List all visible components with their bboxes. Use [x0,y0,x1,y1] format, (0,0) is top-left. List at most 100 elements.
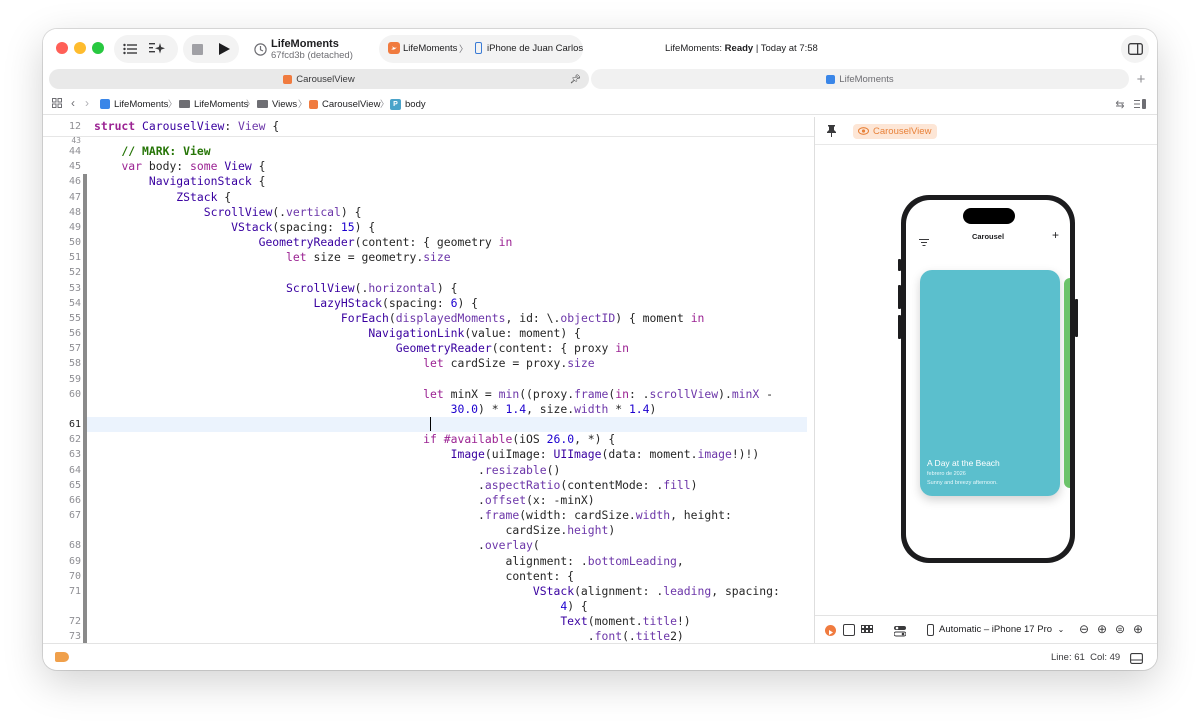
breadcrumb-views[interactable]: Views [257,97,297,111]
moment-card[interactable]: A Day at the Beach febrero de 2026 Sunny… [920,270,1060,496]
variants-grid-icon[interactable] [861,624,873,642]
breakpoint-toggle-icon[interactable] [55,652,69,662]
project-name[interactable]: LifeMoments [271,38,339,50]
line-number: 56 [68,328,81,340]
run-play-icon[interactable] [216,41,232,57]
code-line: VStack(alignment: .leading, spacing: [532,583,780,598]
live-preview-icon[interactable] [825,625,836,636]
code-line: .frame(width: cardSize.width, height: [94,508,732,523]
line-number: 53 [68,282,81,294]
sticky-scope-header: 12 struct CarouselView: View { [43,117,814,137]
breadcrumb-label: Views [272,98,298,110]
line-number: 58 [68,358,81,370]
code-line: NavigationStack { [148,174,266,189]
code-line: ZStack { [176,189,232,204]
stop-icon[interactable] [190,42,204,56]
line-number: 46 [68,176,81,188]
preview-canvas: CarouselView Carousel + A Day at the Bea… [814,117,1157,643]
line-number: 45 [68,161,81,173]
line-number: 51 [68,252,81,264]
source-editor[interactable]: 12 struct CarouselView: View { 43 44 // … [43,117,814,643]
device-picker[interactable]: Automatic – iPhone 17 Pro ⌄ [939,624,1064,635]
close-window-button[interactable] [56,42,68,54]
breadcrumb-label: LifeMoments [194,98,249,110]
breadcrumb-symbol[interactable]: P body [390,97,426,111]
code-line: if #available(iOS 26.0, *) { [423,432,616,447]
line-number: 49 [68,221,81,233]
dynamic-island [963,208,1015,224]
back-arrow-icon[interactable]: ‹ [67,96,79,110]
scheme-name[interactable]: LifeMoments [403,43,457,54]
zoom-fit-icon[interactable]: ⊕ [1097,622,1107,636]
code-line: var body: some View { [121,159,266,174]
swap-arrows-icon[interactable]: ⇆ [1113,97,1127,111]
zoom-in-icon[interactable]: ⊕ [1133,622,1143,636]
cursor-position: Line: 61 Col: 49 [1051,652,1121,663]
code-line: LazyHStack(spacing: 6) { [313,295,479,310]
chevron-down-icon: ⌄ [1057,625,1065,634]
title-bar: LifeMoments 67fcd3b (detached) LifeMomen… [43,29,1157,69]
eye-icon [857,127,870,138]
next-moment-card[interactable] [1064,278,1070,488]
zoom-window-button[interactable] [92,42,104,54]
line-number: 73 [68,631,81,643]
breadcrumb-file[interactable]: CarouselView [309,97,380,111]
forward-arrow-icon[interactable]: › [81,96,93,110]
source-change-bar[interactable] [83,174,87,643]
breadcrumb-project[interactable]: LifeMoments [100,97,168,111]
property-icon: P [390,98,401,110]
device-settings-icon[interactable] [893,624,907,642]
line-number: 72 [68,616,81,628]
code-line: cardSize.height) [94,523,616,538]
badge-label: CarouselView [873,126,932,137]
code-line: let size = geometry.size [286,250,451,265]
code-line: content: { [94,568,575,583]
zoom-actual-icon[interactable]: ⊜ [1115,622,1125,636]
volume-up-button [898,285,901,309]
list-navigator-icon[interactable] [121,40,139,58]
line-number: 62 [68,434,81,446]
xcode-window: LifeMoments 67fcd3b (detached) LifeMomen… [43,29,1157,670]
preview-badge[interactable]: CarouselView [853,124,938,139]
code-line: Image(uiImage: UIImage(data: moment.imag… [450,447,760,462]
code-line: .font(.title2) [94,629,684,643]
pin-icon[interactable]: 📌︎ [570,74,581,85]
line-number: 67 [68,510,81,522]
editor-options-icon[interactable] [1133,97,1147,111]
code-line: Text(moment.title!) [560,614,691,629]
status-state: Ready [724,43,754,54]
canvas-header: CarouselView [815,117,1157,145]
line-number: 55 [68,312,81,324]
code-line: .overlay( [94,538,540,553]
code-line: GeometryReader(content: { proxy in [395,341,629,356]
add-icon[interactable]: + [1052,228,1059,242]
preview-screen[interactable]: Carousel + A Day at the Beach febrero de… [906,200,1070,558]
chevron-right-icon: 〉 [459,44,469,54]
add-tab-icon[interactable]: + [1133,71,1149,88]
swift-file-icon [283,74,293,84]
code-line: let cardSize = proxy.size [423,356,595,371]
card-description: Sunny and breezy afternoon. [927,480,998,486]
tab-carouselview[interactable]: CarouselView 📌︎ [49,69,589,89]
selectable-mode-icon[interactable] [843,624,855,636]
zoom-out-icon[interactable]: ⊖ [1079,622,1089,636]
card-title: A Day at the Beach [927,458,1000,468]
line-number: 64 [68,464,81,476]
chevron-right-icon: 〉 [246,99,256,109]
sidebar-right-icon[interactable] [1127,41,1143,57]
clock-history-icon[interactable] [252,41,268,57]
minimize-window-button[interactable] [74,42,86,54]
code-line: GeometryReader(content: { geometry in [258,235,513,250]
line-number: 54 [68,297,81,309]
tab-label: CarouselView [296,73,355,85]
breadcrumb-folder[interactable]: LifeMoments [179,97,248,111]
grid-icon[interactable] [51,97,63,109]
tab-lifemoments[interactable]: LifeMoments [591,69,1129,89]
sparkle-assistant-icon[interactable] [148,40,166,58]
pin-preview-icon[interactable] [825,124,837,138]
device-name[interactable]: iPhone de Juan Carlos [487,43,583,54]
line-number: 52 [68,267,81,279]
line-number: 63 [68,449,81,461]
debug-area-toggle-icon[interactable] [1130,651,1143,669]
project-icon [826,74,836,84]
